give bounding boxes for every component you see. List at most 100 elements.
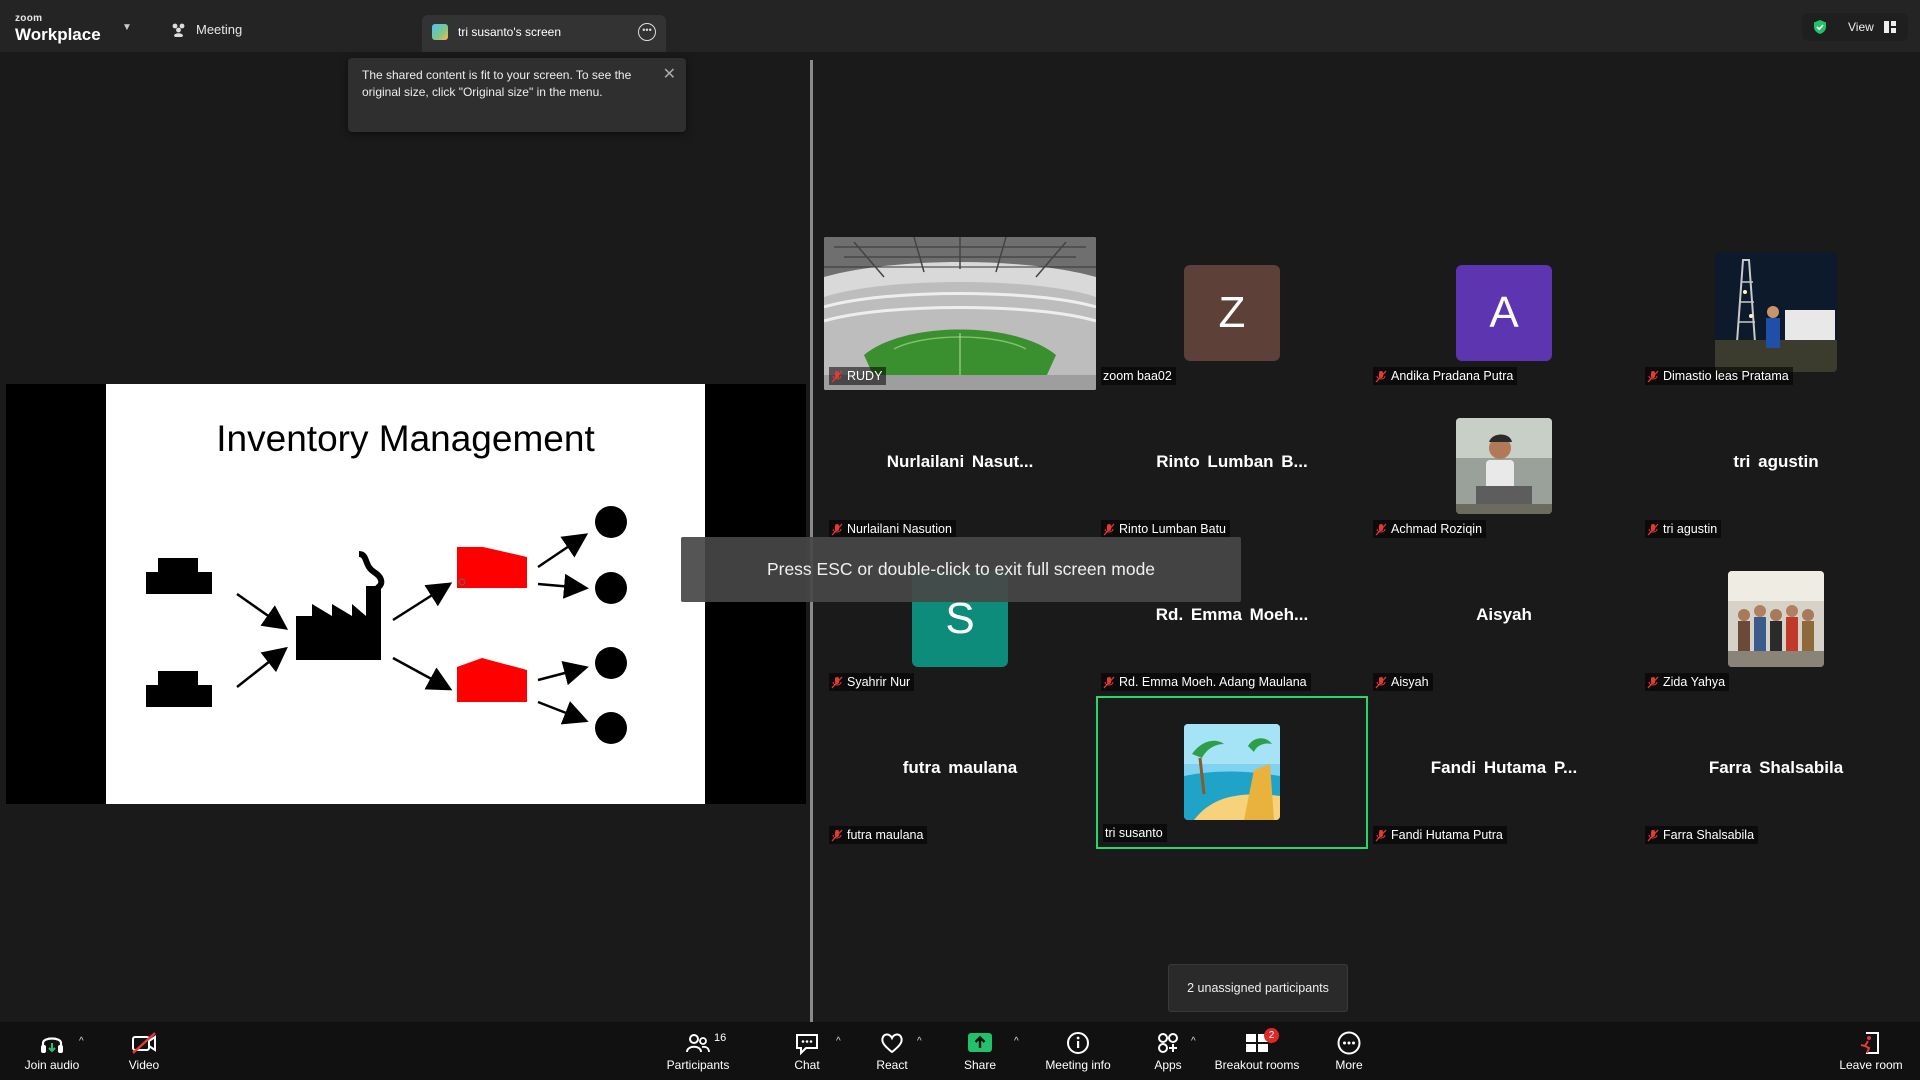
- participant-name-tag: Achmad Roziqin: [1373, 520, 1487, 538]
- share-label: Share: [963, 1058, 997, 1072]
- participant-name-tag: Farra Shalsabila: [1645, 826, 1759, 844]
- react-options-caret-icon[interactable]: ^: [917, 1036, 922, 1047]
- audio-options-caret-icon[interactable]: ^: [79, 1036, 84, 1047]
- heart-icon: [881, 1033, 903, 1054]
- apps-icon: [1158, 1033, 1178, 1053]
- shared-screen-tab[interactable]: tri susanto's screen •••: [422, 15, 666, 52]
- participant-tile[interactable]: Fandi Hutama P... Fandi Hutama Putra: [1368, 696, 1640, 849]
- muted-mic-icon: [831, 370, 843, 382]
- participant-name: Fandi Hutama Putra: [1391, 828, 1503, 842]
- info-icon: [1067, 1032, 1089, 1054]
- leave-room-icon: [1860, 1032, 1879, 1054]
- inventory-flow-diagram: [146, 506, 627, 744]
- participant-display-name: Aisyah: [1476, 605, 1532, 624]
- participant-name-tag: Syahrir Nur: [829, 673, 915, 691]
- participant-tile[interactable]: Dimastio leas Pratama: [1640, 237, 1912, 390]
- breakout-rooms-badge: 2: [1264, 1028, 1279, 1043]
- chat-button[interactable]: Chat: [790, 1030, 824, 1072]
- supplier-icon: [146, 671, 212, 707]
- view-button[interactable]: View: [1802, 13, 1908, 41]
- participants-label: Participants: [666, 1058, 730, 1072]
- view-label: View: [1848, 20, 1874, 34]
- flow-arrow: [537, 533, 589, 569]
- flow-arrow: [392, 656, 453, 691]
- participant-name: Andika Pradana Putra: [1391, 369, 1514, 383]
- chevron-down-icon[interactable]: ▼: [122, 22, 132, 33]
- participant-tile[interactable]: Nurlailani Nasut... Nurlailani Nasution: [824, 390, 1096, 543]
- muted-mic-icon: [1375, 370, 1387, 382]
- chat-label: Chat: [794, 1058, 820, 1072]
- more-button[interactable]: More: [1331, 1030, 1367, 1072]
- participant-tile[interactable]: RUDY: [824, 237, 1096, 390]
- muted-mic-icon: [1647, 370, 1659, 382]
- participants-icon: [686, 1034, 710, 1053]
- react-label: React: [876, 1058, 908, 1072]
- participant-display-name: tri agustin: [1733, 452, 1819, 471]
- encryption-shield-icon: [1814, 20, 1826, 34]
- participant-tile[interactable]: Rinto Lumban B... Rinto Lumban Batu: [1096, 390, 1368, 543]
- meeting-menu[interactable]: Meeting: [170, 22, 242, 37]
- zoom-window: zoom Workplace ▼ Meeting tri susanto's s…: [0, 0, 1920, 1080]
- participant-display-name: Rinto Lumban B...: [1156, 452, 1308, 471]
- presentation-slide: Inventory Management: [106, 384, 705, 804]
- leave-room-button[interactable]: Leave room: [1838, 1030, 1904, 1072]
- apps-label: Apps: [1154, 1058, 1182, 1072]
- muted-mic-icon: [831, 523, 843, 535]
- participants-button[interactable]: 16 Participants: [660, 1030, 736, 1072]
- leave-room-label: Leave room: [1839, 1058, 1903, 1072]
- participant-tile[interactable]: tri agustin tri agustin: [1640, 390, 1912, 543]
- exit-fullscreen-notice: Press ESC or double-click to exit full s…: [681, 537, 1241, 602]
- meeting-info-button[interactable]: Meeting info: [1040, 1030, 1116, 1072]
- customer-icon: [595, 647, 627, 679]
- participant-name: Dimastio leas Pratama: [1663, 369, 1789, 383]
- more-label: More: [1335, 1058, 1363, 1072]
- warehouse-icon: [457, 547, 527, 588]
- participant-tile[interactable]: Z zoom baa02: [1096, 237, 1368, 390]
- participant-count: 16: [714, 1032, 727, 1044]
- close-icon[interactable]: ✕: [663, 64, 676, 84]
- muted-mic-icon: [1375, 829, 1387, 841]
- avatar: Z: [1184, 265, 1280, 361]
- active-participant-tile[interactable]: tri susanto: [1096, 696, 1368, 849]
- participant-tile[interactable]: Zida Yahya: [1640, 543, 1912, 696]
- customer-icon: [595, 572, 627, 604]
- more-options-icon[interactable]: •••: [638, 23, 656, 41]
- video-label: Video: [128, 1058, 160, 1072]
- participant-name: futra maulana: [847, 828, 924, 842]
- customer-icon: [595, 506, 627, 538]
- participant-display-name: Farra Shalsabila: [1708, 758, 1844, 777]
- muted-mic-icon: [1647, 523, 1659, 535]
- participant-name-tag: Rd. Emma Moeh. Adang Maulana: [1101, 673, 1311, 691]
- zoom-workplace-logo[interactable]: zoom Workplace: [15, 14, 101, 44]
- participant-tile[interactable]: Achmad Roziqin: [1368, 390, 1640, 543]
- participant-tile[interactable]: Aisyah Aisyah: [1368, 543, 1640, 696]
- apps-options-caret-icon[interactable]: ^: [1191, 1036, 1196, 1047]
- person-photo: [1456, 418, 1552, 514]
- apps-button[interactable]: Apps: [1150, 1030, 1186, 1072]
- react-button[interactable]: React: [874, 1030, 910, 1072]
- share-button[interactable]: Share: [960, 1030, 1000, 1072]
- share-options-caret-icon[interactable]: ^: [1014, 1036, 1019, 1047]
- breakout-rooms-button[interactable]: 2 Breakout rooms: [1213, 1028, 1301, 1072]
- participant-photo: [1456, 418, 1552, 514]
- participant-name: zoom baa02: [1103, 369, 1172, 383]
- people-icon: [172, 23, 185, 37]
- flow-arrow: [236, 592, 289, 630]
- participant-name: Achmad Roziqin: [1391, 522, 1483, 536]
- muted-mic-icon: [1647, 829, 1659, 841]
- participant-tile[interactable]: A Andika Pradana Putra: [1368, 237, 1640, 390]
- unassigned-participants-tooltip: 2 unassigned participants: [1168, 964, 1348, 1012]
- avatar: A: [1456, 265, 1552, 361]
- participant-name-tag: Zida Yahya: [1645, 673, 1730, 691]
- start-video-button[interactable]: Video: [119, 1030, 169, 1072]
- chat-options-caret-icon[interactable]: ^: [836, 1036, 841, 1047]
- participant-tile[interactable]: Farra Shalsabila Farra Shalsabila: [1640, 696, 1912, 849]
- join-audio-button[interactable]: Join audio: [22, 1030, 82, 1072]
- participant-tile[interactable]: futra maulana futra maulana: [824, 696, 1096, 849]
- share-screen-icon: [968, 1033, 992, 1052]
- participant-name-tag: Fandi Hutama Putra: [1373, 826, 1507, 844]
- participant-name-tag: RUDY: [829, 367, 887, 385]
- participant-name-tag: Nurlailani Nasution: [829, 520, 956, 538]
- customer-icon: [595, 712, 627, 744]
- headphones-icon: [41, 1037, 63, 1053]
